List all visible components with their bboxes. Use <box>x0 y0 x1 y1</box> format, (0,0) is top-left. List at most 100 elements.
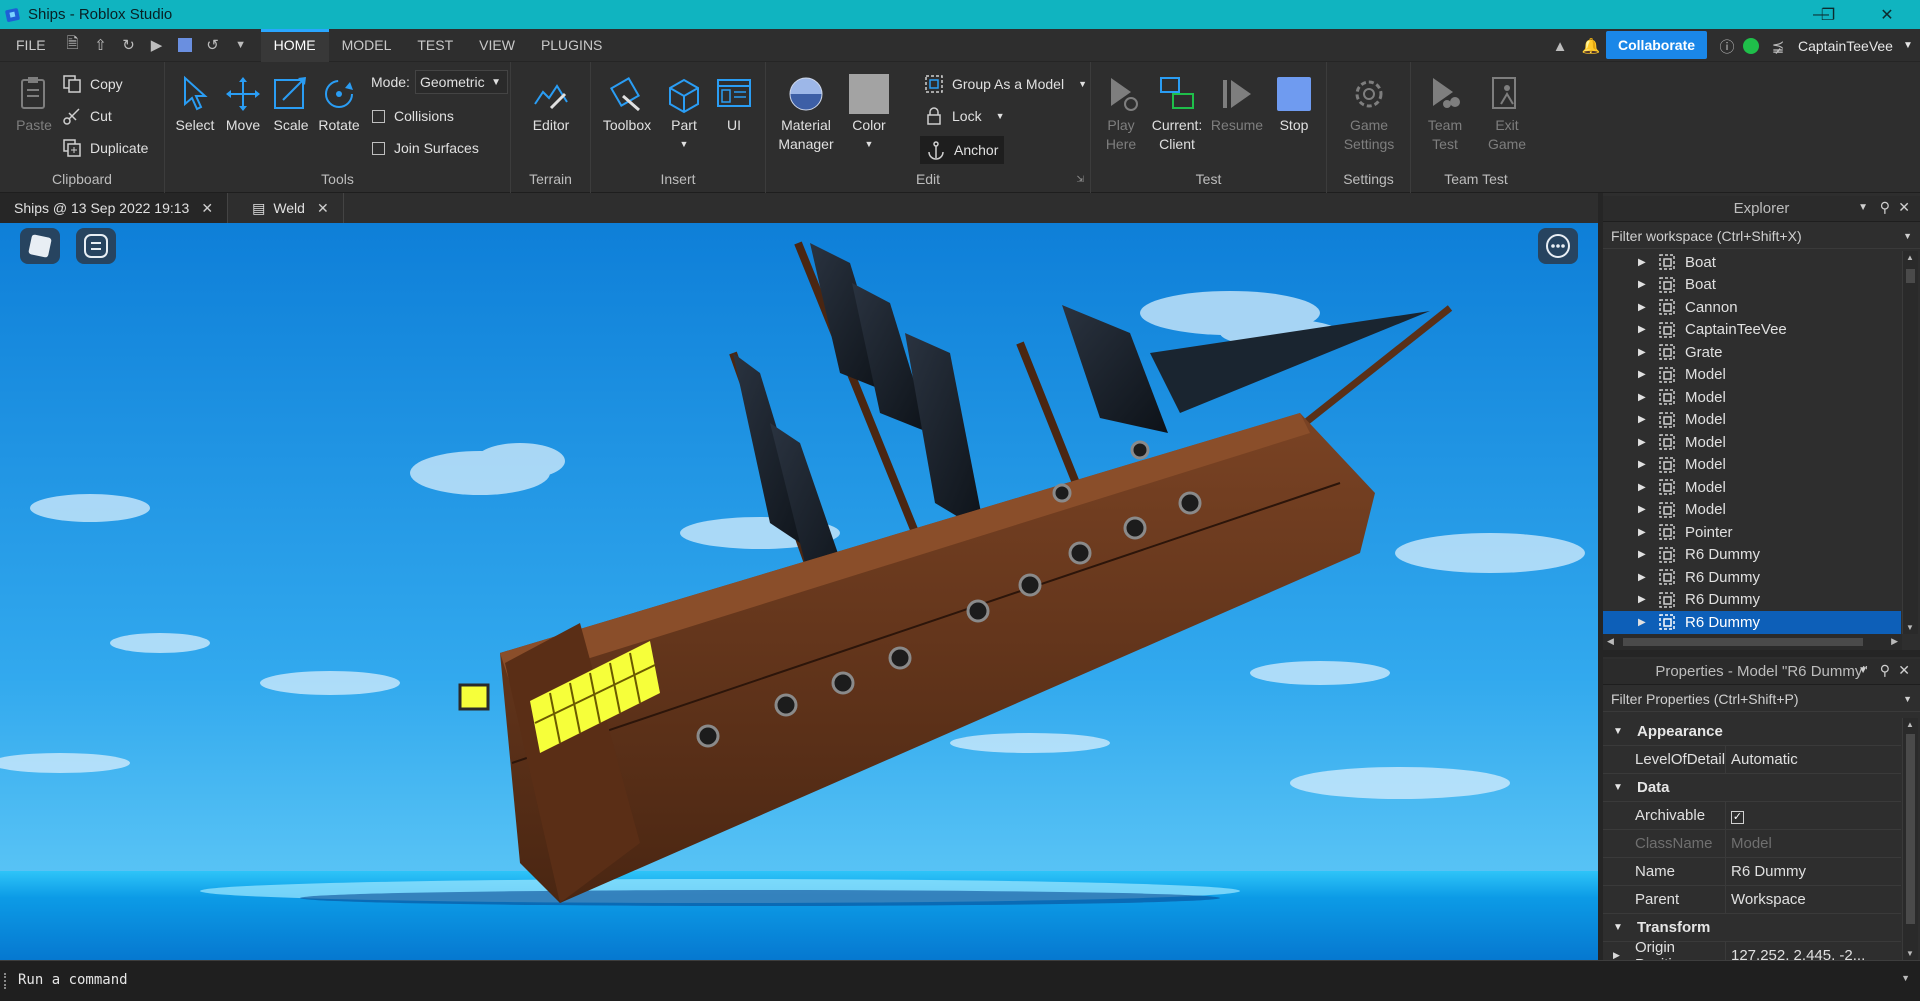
close-icon[interactable]: ✕ <box>1898 199 1910 216</box>
paste-button[interactable]: Paste <box>10 74 58 135</box>
tree-item[interactable]: ▶ R6 Dummy <box>1603 566 1901 589</box>
explorer-hscrollbar[interactable]: ◀ ▶ <box>1603 634 1902 650</box>
expand-arrow-icon[interactable]: ▶ <box>1638 257 1658 268</box>
archivable-checkbox[interactable]: ✓ <box>1731 811 1744 824</box>
collapse-arrow-icon[interactable]: ▼ <box>1613 922 1637 933</box>
chevron-down-icon[interactable]: ▼ <box>1858 665 1868 676</box>
play-icon[interactable]: ▶ <box>146 34 168 56</box>
lock-button[interactable]: Lock ▼ <box>924 104 1005 128</box>
undo-icon[interactable]: ↺ <box>202 34 224 56</box>
restore-button[interactable]: ❐ <box>1803 0 1853 29</box>
duplicate-button[interactable]: Duplicate <box>62 136 148 160</box>
game-settings-button[interactable]: Game Settings <box>1341 74 1397 154</box>
chevron-down-icon[interactable]: ▼ <box>1901 973 1910 983</box>
status-online-icon[interactable] <box>1740 35 1762 57</box>
close-tab-icon[interactable]: ✕ <box>317 200 329 217</box>
tab-ships-place[interactable]: Ships @ 13 Sep 2022 19:13 ✕ <box>0 193 229 223</box>
close-window-button[interactable]: ✕ <box>1862 0 1912 29</box>
tree-item[interactable]: ▶ Pointer <box>1603 521 1901 544</box>
notification-bell-icon[interactable]: 🔔 <box>1580 35 1602 57</box>
collapse-arrow-icon[interactable]: ▼ <box>1613 726 1637 737</box>
tree-item[interactable]: ▶ Model <box>1603 364 1901 387</box>
property-value[interactable]: Automatic <box>1726 751 1798 768</box>
explorer-filter-input[interactable]: Filter workspace (Ctrl+Shift+X) ▼ <box>1603 223 1920 249</box>
publish-icon[interactable]: ⇧ <box>90 34 112 56</box>
expand-arrow-icon[interactable]: ▶ <box>1638 459 1658 470</box>
tree-item[interactable]: ▶ Model <box>1603 476 1901 499</box>
collapse-arrow-icon[interactable]: ▼ <box>1613 782 1637 793</box>
tab-weld-script[interactable]: ▤ Weld ✕ <box>228 193 344 223</box>
tree-item[interactable]: ▶ Model <box>1603 386 1901 409</box>
property-origin-position[interactable]: ▶Origin Position127.252, 2.445, -2... <box>1603 939 1901 960</box>
expand-arrow-icon[interactable]: ▶ <box>1613 950 1620 960</box>
help-icon[interactable]: ⓘ <box>1716 35 1738 57</box>
resume-button[interactable]: Resume <box>1209 74 1265 135</box>
scrollbar-thumb[interactable] <box>1906 734 1915 924</box>
tab-plugins[interactable]: PLUGINS <box>528 29 615 62</box>
ui-button[interactable]: UI <box>709 74 759 135</box>
toolbox-button[interactable]: Toolbox <box>597 74 657 135</box>
expand-arrow-icon[interactable]: ▶ <box>1638 504 1658 515</box>
category-appearance[interactable]: ▼ Appearance <box>1603 718 1901 746</box>
mode-select[interactable]: Geometric ▼ <box>415 70 508 94</box>
chat-button[interactable] <box>76 228 116 264</box>
viewport-scene[interactable] <box>0 223 1598 960</box>
collaborate-button[interactable]: Collaborate <box>1606 31 1708 59</box>
expand-arrow-icon[interactable]: ▶ <box>1638 279 1658 290</box>
move-button[interactable]: Move <box>219 74 267 135</box>
3d-viewport[interactable] <box>0 223 1598 960</box>
expand-arrow-icon[interactable]: ▶ <box>1638 594 1658 605</box>
expand-arrow-icon[interactable]: ▶ <box>1638 414 1658 425</box>
customize-dropdown-icon[interactable]: ▼ <box>230 34 252 56</box>
tree-item[interactable]: ▶ Model <box>1603 431 1901 454</box>
chevron-down-icon[interactable]: ▼ <box>865 135 874 154</box>
scroll-right-icon[interactable]: ▶ <box>1891 636 1898 647</box>
join-surfaces-checkbox[interactable] <box>372 141 385 155</box>
expand-arrow-icon[interactable]: ▶ <box>1638 437 1658 448</box>
tab-test[interactable]: TEST <box>404 29 466 62</box>
tree-item[interactable]: ▶ R6 Dummy <box>1603 589 1901 612</box>
group-as-model-button[interactable]: Group As a Model ▼ <box>924 72 1087 96</box>
tree-item[interactable]: ▶ Boat <box>1603 274 1901 297</box>
new-file-icon[interactable]: 🗎 <box>62 34 84 56</box>
chevron-down-icon[interactable]: ▼ <box>1078 79 1087 89</box>
expand-arrow-icon[interactable]: ▶ <box>1638 392 1658 403</box>
file-menu[interactable]: FILE <box>0 29 59 62</box>
tree-item[interactable]: ▶ Model <box>1603 499 1901 522</box>
expand-arrow-icon[interactable]: ▶ <box>1638 549 1658 560</box>
tree-item[interactable]: ▶ Boat <box>1603 251 1901 274</box>
property-value[interactable]: 127.252, 2.445, -2... <box>1726 947 1865 960</box>
command-bar[interactable]: Run a command ▼ <box>0 960 1920 1001</box>
collapse-ribbon-icon[interactable]: ▲ <box>1549 35 1571 57</box>
property-value[interactable]: Workspace <box>1726 891 1806 908</box>
tab-view[interactable]: VIEW <box>466 29 528 62</box>
hscrollbar-thumb[interactable] <box>1623 638 1863 646</box>
chevron-down-icon[interactable]: ▼ <box>1903 694 1912 704</box>
anchor-button[interactable]: Anchor <box>920 136 1005 164</box>
copy-button[interactable]: Copy <box>62 72 123 96</box>
collisions-checkbox[interactable] <box>372 109 385 123</box>
properties-filter-input[interactable]: Filter Properties (Ctrl+Shift+P) ▼ <box>1603 686 1920 712</box>
scrollbar-thumb[interactable] <box>1906 269 1915 283</box>
cut-button[interactable]: Cut <box>62 104 112 128</box>
panel-splitter-horizontal[interactable] <box>1603 650 1920 657</box>
scroll-up-icon[interactable]: ▲ <box>1906 253 1914 262</box>
expand-arrow-icon[interactable]: ▶ <box>1638 482 1658 493</box>
stop-button[interactable]: Stop <box>1269 74 1319 135</box>
pin-icon[interactable]: ⚲ <box>1880 199 1890 216</box>
stop-icon[interactable] <box>174 34 196 56</box>
chevron-down-icon[interactable]: ▼ <box>680 135 689 154</box>
chevron-down-icon[interactable]: ▼ <box>1858 202 1868 213</box>
color-button[interactable]: Color ▼ <box>844 74 894 154</box>
tree-item[interactable]: ▶ Cannon <box>1603 296 1901 319</box>
close-icon[interactable]: ✕ <box>1898 662 1910 679</box>
expand-arrow-icon[interactable]: ▶ <box>1638 527 1658 538</box>
edit-settings-expand-icon[interactable]: ⇲ <box>1076 174 1084 185</box>
tree-item[interactable]: ▶ Model <box>1603 409 1901 432</box>
explorer-scrollbar[interactable]: ▲ ▼ <box>1902 251 1918 634</box>
current-client-button[interactable]: Current: Client <box>1149 74 1205 154</box>
more-options-button[interactable] <box>1538 228 1578 264</box>
team-test-button[interactable]: Team Test <box>1417 74 1473 154</box>
tree-item-selected[interactable]: ▶ R6 Dummy <box>1603 611 1901 634</box>
property-parent[interactable]: Parent Workspace <box>1603 885 1901 914</box>
